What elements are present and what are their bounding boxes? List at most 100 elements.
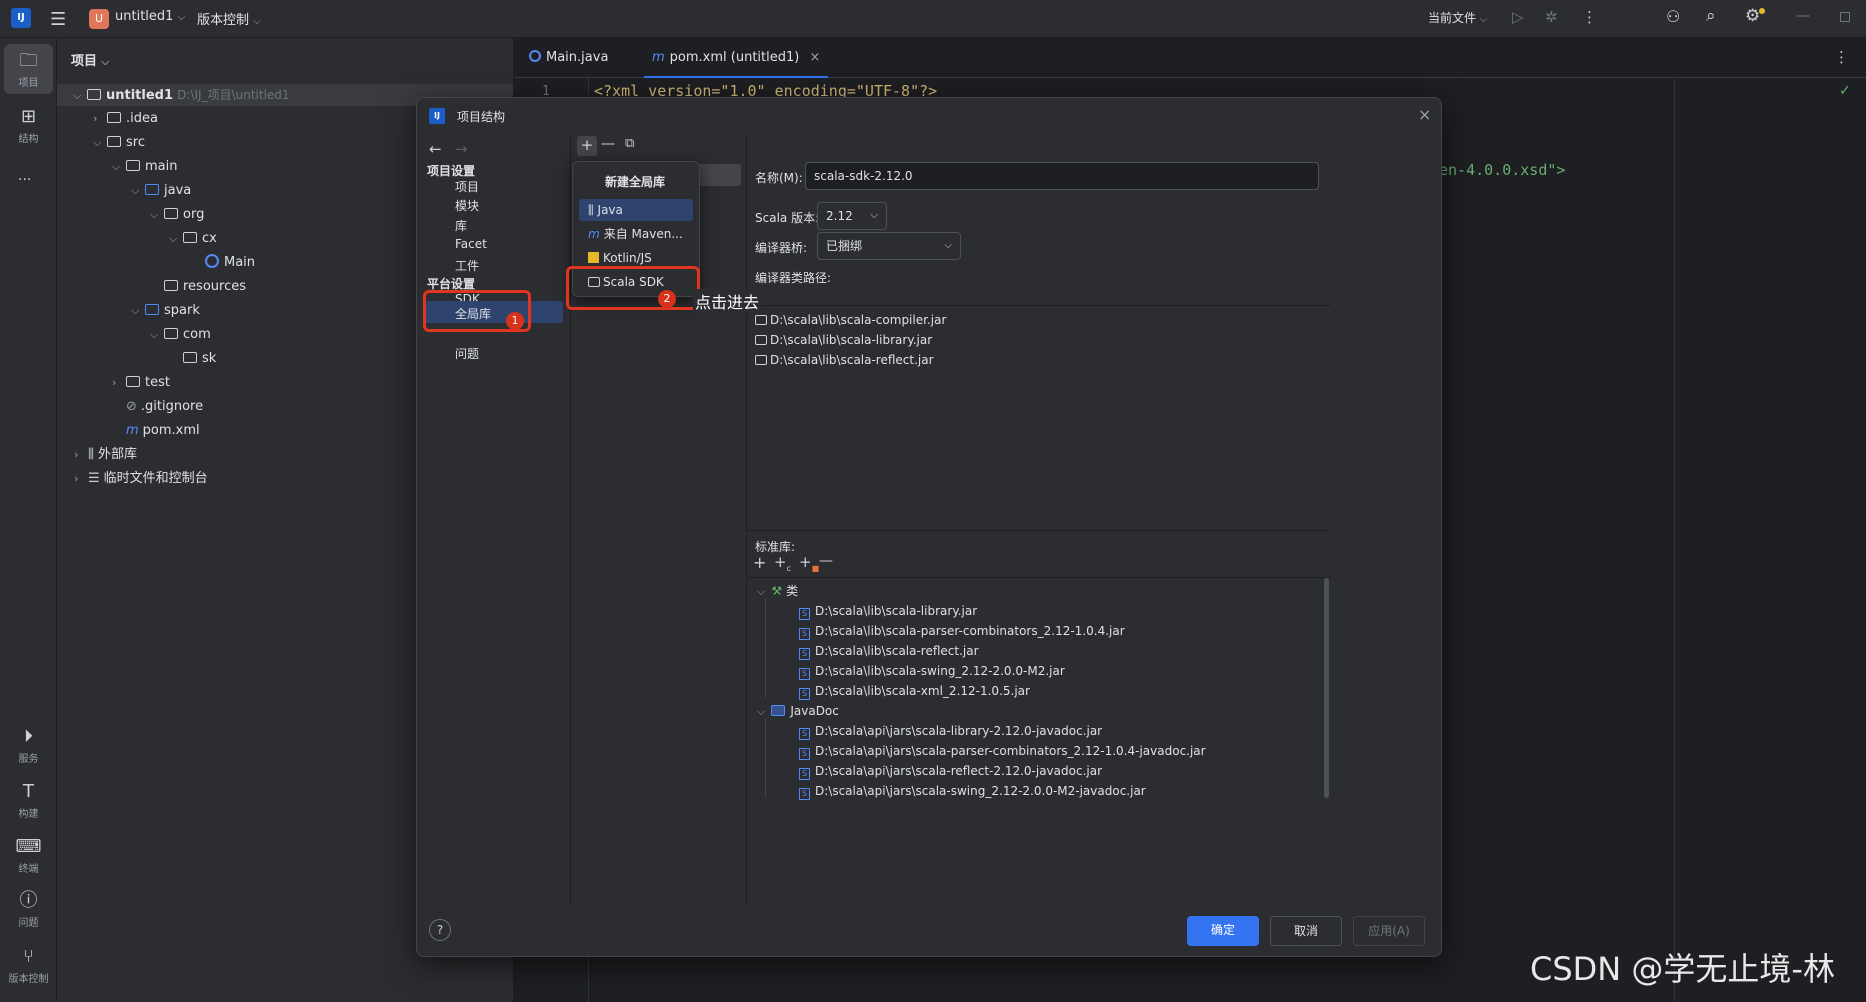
add-icon[interactable]: + <box>577 136 597 156</box>
scala-version-select[interactable]: 2.12 ⌵ <box>817 202 887 230</box>
list-item[interactable]: S D:\scala\lib\scala-library.jar <box>799 600 977 622</box>
source-folder-icon <box>145 184 159 195</box>
main-menu-icon[interactable]: ☰ <box>50 9 66 30</box>
tree-row[interactable]: › ⫼ 外部库 <box>74 444 137 466</box>
add-library-icon[interactable]: +■ <box>799 553 819 573</box>
list-item[interactable]: D:\scala\lib\scala-compiler.jar <box>755 309 946 331</box>
tree-guide-line <box>765 718 766 798</box>
editor-more-icon[interactable]: ⋮ <box>1834 48 1849 66</box>
stripe-vcs-button[interactable]: ⑂ 版本控制 <box>4 940 53 990</box>
debug-icon[interactable]: ✲ <box>1545 8 1558 26</box>
run-config-label: 当前文件 <box>1428 11 1477 25</box>
tree-label: main <box>145 159 178 174</box>
tree-row[interactable]: ⌵ cx <box>169 228 217 250</box>
close-icon[interactable]: × <box>1418 105 1431 124</box>
tree-row[interactable]: ⌵ src <box>93 132 145 154</box>
search-icon[interactable]: ⌕ <box>1706 6 1716 26</box>
list-item[interactable]: D:\scala\lib\scala-library.jar <box>755 329 932 351</box>
nav-item-problems[interactable]: 问题 <box>455 345 479 362</box>
popup-item-java[interactable]: ⫼ Java <box>579 199 693 221</box>
tree-row[interactable]: ⌵ com <box>150 324 211 346</box>
list-item[interactable]: S D:\scala\api\jars\scala-swing_2.12-2.0.… <box>799 780 1146 802</box>
nav-item-project[interactable]: 项目 <box>455 178 479 195</box>
remove-icon[interactable]: — <box>601 136 615 152</box>
run-config-selector[interactable]: 当前文件 ⌵ <box>1428 9 1487 26</box>
tree-row[interactable]: Main <box>205 252 255 274</box>
tree-row[interactable]: ⊘ .gitignore <box>112 396 203 418</box>
vcs-menu[interactable]: 版本控制 ⌵ <box>197 9 261 28</box>
nav-item-facets[interactable]: Facet <box>455 237 487 251</box>
classpath-entry: D:\scala\lib\scala-library.jar <box>770 333 933 347</box>
compiler-bridge-label: 编译器桥: <box>755 241 808 255</box>
vertical-scrollbar[interactable] <box>1324 578 1329 798</box>
list-item[interactable]: S D:\scala\lib\scala-parser-combinators_2… <box>799 620 1125 642</box>
forward-arrow-icon[interactable]: → <box>455 140 468 158</box>
compiler-bridge-select[interactable]: 已捆绑 ⌵ <box>817 232 961 260</box>
list-item[interactable]: S D:\scala\api\jars\scala-parser-combinat… <box>799 740 1206 762</box>
stripe-problems-button[interactable]: ⓘ 问题 <box>4 884 53 934</box>
add-icon[interactable]: + <box>753 553 766 572</box>
jar-icon: S <box>799 688 810 700</box>
kotlin-js-icon <box>588 252 599 263</box>
tree-row[interactable]: ⌵ java <box>131 180 191 202</box>
tree-row[interactable]: sk <box>169 348 216 370</box>
apply-button[interactable]: 应用(A) <box>1353 916 1425 946</box>
stripe-project-button[interactable]: 🗀 项目 <box>4 44 53 94</box>
popup-item-maven[interactable]: m 来自 Maven... <box>579 223 693 245</box>
popup-title: 新建全局库 <box>605 175 666 189</box>
account-icon[interactable]: ⚇ <box>1666 7 1680 26</box>
stripe-build-button[interactable]: T 构建 <box>4 775 53 825</box>
close-icon[interactable]: × <box>809 50 820 65</box>
tree-row[interactable]: resources <box>150 276 246 298</box>
jar-icon: S <box>799 748 810 760</box>
help-button[interactable]: ? <box>429 919 451 941</box>
tree-row[interactable]: › ☰ 临时文件和控制台 <box>74 468 208 490</box>
folder-icon <box>755 315 767 325</box>
more-actions-icon[interactable]: ⋮ <box>1582 8 1597 26</box>
chevron-down-icon: ⌵ <box>101 57 110 68</box>
add-classes-icon[interactable]: +c <box>774 553 791 573</box>
list-item[interactable]: S D:\scala\api\jars\scala-reflect-2.12.0-… <box>799 760 1102 782</box>
chevron-down-icon: ⌵ <box>944 240 952 251</box>
name-input[interactable]: scala-sdk-2.12.0 <box>805 162 1319 190</box>
minimize-icon[interactable]: — <box>1796 8 1810 24</box>
tree-row[interactable]: m pom.xml <box>112 420 200 442</box>
tree-row[interactable]: › .idea <box>93 108 158 130</box>
tab-main-java[interactable]: Main.java <box>529 38 608 78</box>
stripe-label: 项目 <box>18 78 39 89</box>
intellij-logo-icon[interactable]: IJ <box>11 8 31 28</box>
stripe-services-button[interactable]: ⏵ 服务 <box>4 720 53 770</box>
tree-group-javadoc[interactable]: ⌵ JavaDoc <box>757 700 839 722</box>
nav-item-libraries[interactable]: 库 <box>455 217 467 234</box>
project-switcher[interactable]: untitled1 ⌵ <box>115 9 185 24</box>
more-tools-icon[interactable]: ··· <box>18 172 31 188</box>
restore-icon[interactable] <box>1840 12 1850 22</box>
list-item[interactable]: D:\scala\lib\scala-reflect.jar <box>755 349 934 371</box>
back-arrow-icon[interactable]: ← <box>429 140 442 158</box>
list-item[interactable]: S D:\scala\api\jars\scala-library-2.12.0-… <box>799 720 1102 742</box>
stripe-terminal-button[interactable]: ⌨ 终端 <box>4 830 53 880</box>
terminal-icon: ⌨ <box>15 836 42 857</box>
tree-group-classes[interactable]: ⌵ ⚒ 类 <box>757 580 798 602</box>
run-icon[interactable]: ▷ <box>1512 8 1524 26</box>
list-item[interactable]: S D:\scala\lib\scala-swing_2.12-2.0.0-M2.… <box>799 660 1065 682</box>
project-panel-header[interactable]: 项目 ⌵ <box>71 50 109 69</box>
list-item[interactable]: S D:\scala\lib\scala-xml_2.12-1.0.5.jar <box>799 680 1030 702</box>
ok-button[interactable]: 确定 <box>1187 916 1259 946</box>
cancel-button[interactable]: 取消 <box>1270 916 1342 946</box>
dialog-title-bar: IJ 项目结构 × <box>417 98 1441 136</box>
tab-pom-xml[interactable]: m pom.xml (untitled1) × <box>644 38 829 78</box>
remove-icon[interactable]: — <box>819 553 833 569</box>
tree-row[interactable]: ⌵ main <box>112 156 177 178</box>
nav-item-modules[interactable]: 模块 <box>455 197 479 214</box>
stripe-structure-button[interactable]: ⊞ 结构 <box>4 100 53 150</box>
list-item[interactable]: S D:\scala\lib\scala-reflect.jar <box>799 640 979 662</box>
tree-row[interactable]: ⌵ spark <box>131 300 200 322</box>
tree-row[interactable]: ⌵ org <box>150 204 204 226</box>
tree-label: Main <box>224 255 256 270</box>
tree-row[interactable]: › test <box>112 372 170 394</box>
inspection-ok-icon[interactable]: ✓ <box>1839 83 1851 99</box>
nav-item-artifacts[interactable]: 工件 <box>455 257 479 274</box>
copy-icon[interactable]: ⧉ <box>625 136 634 151</box>
settings-gear-icon[interactable]: ⚙ <box>1745 6 1760 26</box>
